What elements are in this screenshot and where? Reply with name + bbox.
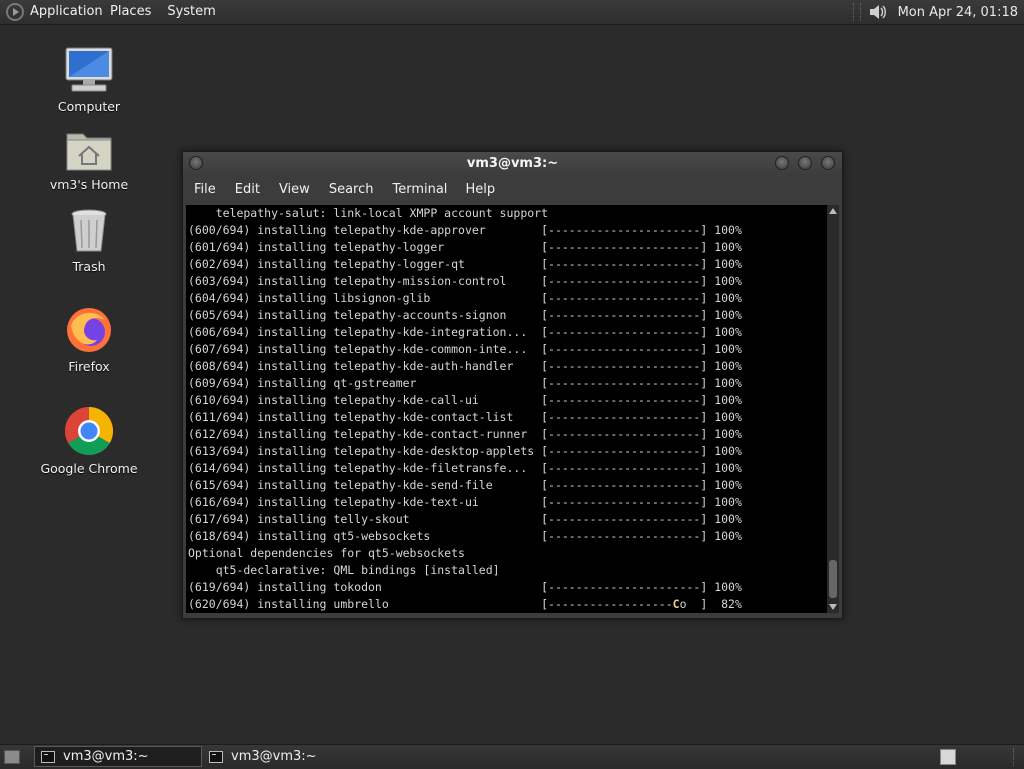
workspace-switcher[interactable] bbox=[940, 749, 956, 765]
terminal-line: (619/694) installing tokodon [----------… bbox=[188, 580, 742, 594]
window-title-bar[interactable]: vm3@vm3:~ bbox=[183, 152, 842, 176]
terminal-line: (607/694) installing telepathy-kde-commo… bbox=[188, 342, 742, 356]
close-button[interactable] bbox=[821, 156, 835, 170]
volume-icon[interactable] bbox=[868, 3, 886, 21]
places-menu[interactable]: Places bbox=[102, 0, 159, 24]
terminal-line: (610/694) installing telepathy-kde-call-… bbox=[188, 393, 742, 407]
terminal-line: (609/694) installing qt-gstreamer [-----… bbox=[188, 376, 742, 390]
window-title: vm3@vm3:~ bbox=[466, 156, 559, 171]
taskbar-item-terminal-1[interactable]: vm3@vm3:~ bbox=[34, 746, 202, 767]
desktop-icon-computer[interactable]: Computer bbox=[34, 46, 144, 114]
menu-terminal[interactable]: Terminal bbox=[373, 182, 447, 197]
desktop-icon-trash[interactable]: Trash bbox=[34, 208, 144, 274]
menu-help[interactable]: Help bbox=[447, 182, 495, 197]
terminal-line: (606/694) installing telepathy-kde-integ… bbox=[188, 325, 742, 339]
firefox-icon bbox=[67, 308, 111, 352]
terminal-line: (614/694) installing telepathy-kde-filet… bbox=[188, 461, 742, 475]
scroll-down-arrow-icon[interactable] bbox=[829, 604, 837, 610]
system-menu[interactable]: System bbox=[159, 0, 223, 24]
terminal-line: (604/694) installing libsignon-glib [---… bbox=[188, 291, 742, 305]
scrollbar-thumb[interactable] bbox=[829, 560, 837, 598]
terminal-icon bbox=[209, 750, 223, 763]
terminal-line: (601/694) installing telepathy-logger [-… bbox=[188, 240, 742, 254]
terminal-line: (612/694) installing telepathy-kde-conta… bbox=[188, 427, 742, 441]
bottom-panel: vm3@vm3:~ vm3@vm3:~ bbox=[0, 744, 1024, 769]
menu-edit[interactable]: Edit bbox=[216, 182, 260, 197]
maximize-button[interactable] bbox=[798, 156, 812, 170]
taskbar-item-label: vm3@vm3:~ bbox=[63, 749, 149, 764]
panel-separator bbox=[1013, 748, 1018, 766]
terminal-line: (611/694) installing telepathy-kde-conta… bbox=[188, 410, 742, 424]
panel-separator bbox=[853, 3, 861, 21]
minimize-button[interactable] bbox=[775, 156, 789, 170]
applications-menu-wrap[interactable]: Applications bbox=[0, 0, 102, 24]
applications-menu[interactable]: Applications bbox=[30, 0, 102, 24]
terminal-line: (600/694) installing telepathy-kde-appro… bbox=[188, 223, 742, 237]
terminal-line: (613/694) installing telepathy-kde-deskt… bbox=[188, 444, 742, 458]
computer-icon bbox=[65, 47, 113, 92]
desktop-icon-label: vm3's Home bbox=[49, 177, 129, 192]
chrome-icon bbox=[64, 407, 114, 456]
show-desktop-icon[interactable] bbox=[4, 750, 20, 764]
menu-view[interactable]: View bbox=[260, 182, 310, 197]
desktop-icon-label: Trash bbox=[72, 259, 106, 274]
top-panel: Applications Places System Mon Apr 24, 0… bbox=[0, 0, 1024, 25]
menu-file[interactable]: File bbox=[183, 182, 216, 197]
trash-icon bbox=[71, 209, 107, 252]
terminal-line: qt5-declarative: QML bindings [installed… bbox=[188, 563, 500, 577]
progress-line-prefix: (620/694) installing umbrello [---------… bbox=[188, 597, 673, 611]
terminal-menubar: File Edit View Search Terminal Help bbox=[183, 176, 842, 202]
terminal-line: (617/694) installing telly-skout [------… bbox=[188, 512, 742, 526]
terminal-line: (603/694) installing telepathy-mission-c… bbox=[188, 274, 742, 288]
terminal-line: Optional dependencies for qt5-websockets bbox=[188, 546, 465, 560]
progress-cursor: C bbox=[672, 597, 680, 611]
desktop-icon-chrome[interactable]: Google Chrome bbox=[34, 406, 144, 476]
desktop-icon-label: Google Chrome bbox=[40, 461, 138, 476]
terminal-line: (602/694) installing telepathy-logger-qt… bbox=[188, 257, 742, 271]
terminal-line: (608/694) installing telepathy-kde-auth-… bbox=[188, 359, 742, 373]
applications-menu-icon[interactable] bbox=[6, 3, 24, 21]
menu-search[interactable]: Search bbox=[310, 182, 374, 197]
terminal-output[interactable]: telepathy-salut: link-local XMPP account… bbox=[186, 205, 827, 613]
scroll-up-arrow-icon[interactable] bbox=[829, 208, 837, 214]
home-folder-icon bbox=[66, 133, 112, 171]
terminal-line: telepathy-salut: link-local XMPP account… bbox=[188, 206, 549, 220]
terminal-line: (605/694) installing telepathy-accounts-… bbox=[188, 308, 742, 322]
top-panel-tray: Mon Apr 24, 01:18 bbox=[868, 0, 1024, 24]
terminal-line-current: (620/694) installing umbrello [---------… bbox=[188, 596, 742, 613]
desktop-icon-label: Computer bbox=[57, 99, 121, 114]
terminal-window[interactable]: vm3@vm3:~ File Edit View Search Terminal… bbox=[182, 151, 843, 619]
clock[interactable]: Mon Apr 24, 01:18 bbox=[898, 5, 1024, 20]
desktop-icon-home[interactable]: vm3's Home bbox=[34, 128, 144, 192]
desktop-icon-firefox[interactable]: Firefox bbox=[34, 306, 144, 374]
terminal-line: (616/694) installing telepathy-kde-text-… bbox=[188, 495, 742, 509]
terminal-scrollbar[interactable] bbox=[827, 205, 839, 613]
terminal-line: (618/694) installing qt5-websockets [---… bbox=[188, 529, 742, 543]
terminal-icon bbox=[41, 750, 55, 763]
terminal-line: (615/694) installing telepathy-kde-send-… bbox=[188, 478, 742, 492]
desktop-icon-label: Firefox bbox=[68, 359, 110, 374]
progress-line-suffix: o ] 82% bbox=[679, 597, 742, 611]
taskbar-item-label: vm3@vm3:~ bbox=[231, 749, 317, 764]
taskbar-item-terminal-2[interactable]: vm3@vm3:~ bbox=[203, 746, 373, 767]
